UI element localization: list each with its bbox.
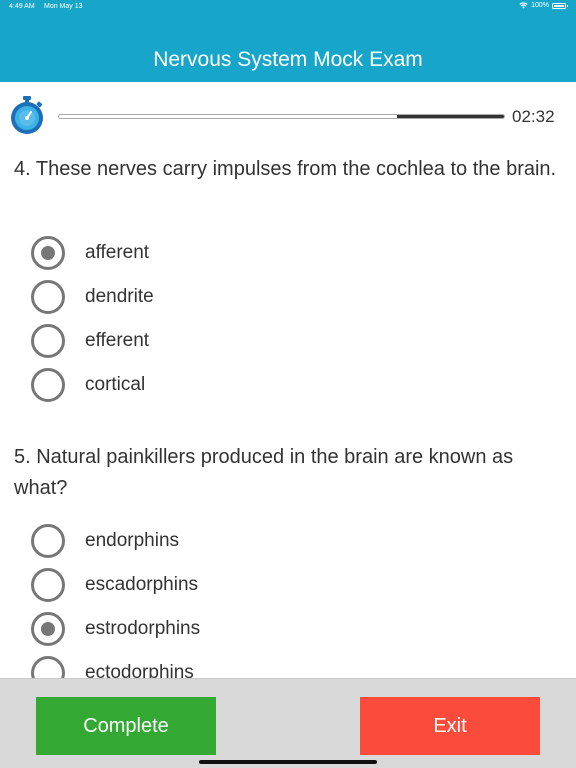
stopwatch-icon: [11, 96, 43, 134]
option-label: ectodorphins: [85, 662, 194, 678]
exit-button[interactable]: Exit: [360, 697, 540, 755]
answer-option[interactable]: dendrite: [31, 279, 154, 315]
status-date: Mon May 13: [44, 3, 83, 10]
timer-progress-bar: [58, 114, 505, 119]
question-text: 5. Natural painkillers produced in the b…: [14, 446, 514, 499]
answer-option[interactable]: endorphins: [31, 523, 179, 559]
radio-button[interactable]: [31, 568, 65, 602]
radio-button[interactable]: [31, 612, 65, 646]
question-list[interactable]: 4. These nerves carry impulses from the …: [0, 145, 576, 678]
complete-button[interactable]: Complete: [36, 697, 216, 755]
option-label: escadorphins: [85, 574, 199, 595]
radio-button[interactable]: [31, 280, 65, 314]
option-label: cortical: [85, 374, 146, 395]
option-label: endorphins: [85, 530, 180, 551]
radio-button[interactable]: [31, 656, 65, 678]
timer-progress-elapsed: [59, 115, 398, 118]
status-indicators: 100%: [519, 2, 568, 9]
option-label: afferent: [85, 242, 150, 263]
timer-bar: 02:32: [0, 90, 576, 142]
home-indicator: [199, 760, 377, 764]
radio-button[interactable]: [31, 324, 65, 358]
answer-option[interactable]: escadorphins: [31, 567, 198, 603]
app-header: 4:49 AM Mon May 13 100% Nervous System M…: [0, 0, 576, 82]
answer-option[interactable]: afferent: [31, 235, 149, 271]
battery-percent: 100%: [531, 2, 549, 9]
status-bar: 4:49 AM Mon May 13 100%: [0, 0, 576, 16]
timer-progress-remaining: [397, 115, 504, 118]
radio-button[interactable]: [31, 368, 65, 402]
question-text: 4. These nerves carry impulses from the …: [14, 158, 557, 180]
answer-option[interactable]: estrodorphins: [31, 611, 200, 647]
status-time: 4:49 AM: [9, 3, 35, 10]
radio-button[interactable]: [31, 524, 65, 558]
page-title: Nervous System Mock Exam: [153, 48, 423, 71]
battery-icon: [552, 2, 568, 9]
radio-button[interactable]: [31, 236, 65, 270]
answer-option[interactable]: ectodorphins: [31, 655, 194, 678]
footer-bar: Complete Exit: [0, 678, 576, 768]
answer-option[interactable]: efferent: [31, 323, 149, 359]
option-label: dendrite: [85, 286, 154, 307]
answer-option[interactable]: cortical: [31, 367, 145, 403]
option-label: estrodorphins: [85, 618, 201, 639]
option-label: efferent: [85, 330, 150, 351]
timer-remaining: 02:32: [512, 107, 555, 126]
wifi-icon: [519, 2, 528, 9]
